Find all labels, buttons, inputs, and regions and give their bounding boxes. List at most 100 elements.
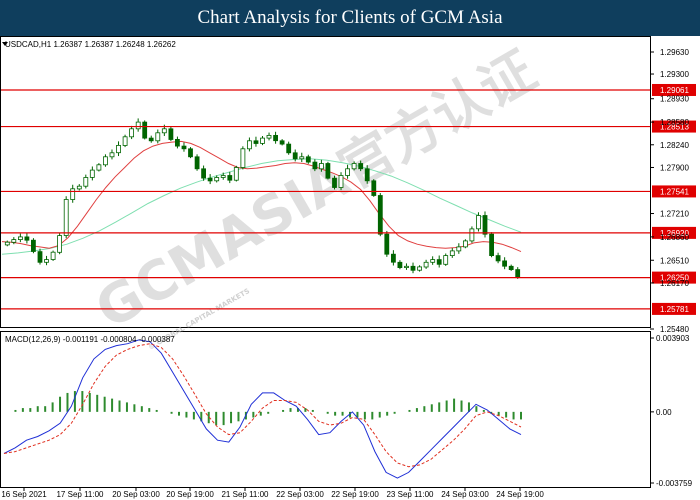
candle-body xyxy=(122,136,128,146)
y-tick-label: 1.27210 xyxy=(660,210,689,219)
candle-body xyxy=(4,241,10,246)
candle-body xyxy=(253,140,259,144)
candle-body xyxy=(201,168,207,179)
candle-body xyxy=(240,148,246,168)
candle-body xyxy=(103,156,108,166)
candle-body xyxy=(390,253,396,263)
x-tick-label: 24 Sep 19:00 xyxy=(496,490,544,499)
candle-body xyxy=(436,259,442,265)
candle-body xyxy=(489,233,495,256)
candle-body xyxy=(495,255,501,262)
candle-body xyxy=(469,228,475,242)
candle-body xyxy=(318,163,324,170)
macd-tick-label: -0.003759 xyxy=(656,479,693,488)
header-bar: Chart Analysis for Clients of GCM Asia xyxy=(0,0,700,36)
level-label: 1.29061 xyxy=(660,86,689,95)
candle-body xyxy=(508,265,514,270)
candle-body xyxy=(30,239,36,252)
candle-body xyxy=(109,152,115,158)
candle-body xyxy=(325,163,331,179)
candle-body xyxy=(227,175,233,181)
candle-body xyxy=(233,167,239,181)
candle-body xyxy=(161,128,167,134)
x-tick-label: 17 Sep 11:00 xyxy=(56,490,104,499)
level-label: 1.25781 xyxy=(660,305,689,314)
candle-body xyxy=(273,134,279,142)
candle-body xyxy=(345,168,351,176)
candle-body xyxy=(96,164,102,171)
candle-body xyxy=(338,175,344,188)
x-tick-label: 22 Sep 19:00 xyxy=(331,490,379,499)
candle-body xyxy=(292,152,298,160)
candle-body xyxy=(214,177,220,182)
x-tick-label: 24 Sep 03:00 xyxy=(441,490,489,499)
candle-body xyxy=(89,169,95,178)
symbol-info: USDCAD,H1 1.26387 1.26387 1.26248 1.2626… xyxy=(5,40,176,49)
candle-body xyxy=(142,121,148,139)
candle-body xyxy=(17,236,23,240)
candle-body xyxy=(266,134,272,139)
candle-body xyxy=(194,156,200,170)
y-tick-label: 1.25480 xyxy=(660,325,689,334)
x-tick-label: 23 Sep 11:00 xyxy=(386,490,434,499)
page-title: Chart Analysis for Clients of GCM Asia xyxy=(197,7,503,28)
x-tick-label: 20 Sep 19:00 xyxy=(166,490,214,499)
x-tick-label: 22 Sep 03:00 xyxy=(276,490,324,499)
candle-body xyxy=(423,261,429,268)
y-tick-label: 1.27900 xyxy=(660,163,689,172)
candle-body xyxy=(279,140,285,145)
candle-body xyxy=(129,128,135,138)
candle-body xyxy=(456,246,462,252)
candle-body xyxy=(286,143,292,154)
y-tick-label: 1.29300 xyxy=(660,70,689,79)
candle-body xyxy=(70,188,76,200)
candle-body xyxy=(515,269,521,278)
x-tick-label: 16 Sep 2021 xyxy=(1,490,47,499)
candle-body xyxy=(443,255,449,265)
candle-body xyxy=(305,156,311,163)
y-tick-label: 1.28580 xyxy=(660,118,689,127)
candle-body xyxy=(207,177,213,182)
candle-body xyxy=(24,236,30,241)
y-tick-label: 1.28240 xyxy=(660,141,689,150)
candle-body xyxy=(174,138,180,147)
candle-body xyxy=(299,156,305,160)
candle-body xyxy=(312,161,318,170)
candle-body xyxy=(377,195,383,235)
y-tick-label: 1.29630 xyxy=(660,48,689,57)
y-tick-label: 1.26170 xyxy=(660,279,689,288)
candle-body xyxy=(430,259,436,263)
level-label: 1.27541 xyxy=(660,187,689,196)
candle-body xyxy=(44,259,49,263)
candle-body xyxy=(397,261,403,268)
candle-body xyxy=(168,128,174,140)
candle-body xyxy=(246,140,252,150)
candle-body xyxy=(220,175,226,178)
candle-body xyxy=(37,251,43,263)
candle-body xyxy=(135,121,141,130)
y-tick-label: 1.26860 xyxy=(660,233,689,242)
candle-body xyxy=(358,163,364,170)
candle-body xyxy=(351,163,357,170)
chart-area: GCMASIA官方认证© GLOBAL CAPITAL MARKETS 1.29… xyxy=(0,36,700,500)
candle-body xyxy=(502,260,508,267)
candle-body xyxy=(364,168,370,182)
candle-body xyxy=(260,137,265,144)
macd-info: MACD(12,26,9) -0.001191 -0.000804 -0.000… xyxy=(5,335,175,344)
candle-body xyxy=(384,233,390,255)
candle-body xyxy=(50,251,56,260)
macd-tick-label: 0.003903 xyxy=(656,334,690,343)
candle-body xyxy=(332,177,337,188)
candle-body xyxy=(181,145,187,150)
candle-body xyxy=(404,265,409,268)
macd-tick-label: 0.00 xyxy=(656,408,672,417)
x-tick-label: 20 Sep 03:00 xyxy=(112,490,160,499)
candle-body xyxy=(76,185,82,190)
candle-body xyxy=(410,265,416,271)
candle-body xyxy=(57,235,62,253)
candle-body xyxy=(155,132,161,142)
y-tick-label: 1.26510 xyxy=(660,256,689,265)
candle-body xyxy=(476,215,481,230)
candle-body xyxy=(11,239,17,243)
candle-body xyxy=(417,266,423,271)
